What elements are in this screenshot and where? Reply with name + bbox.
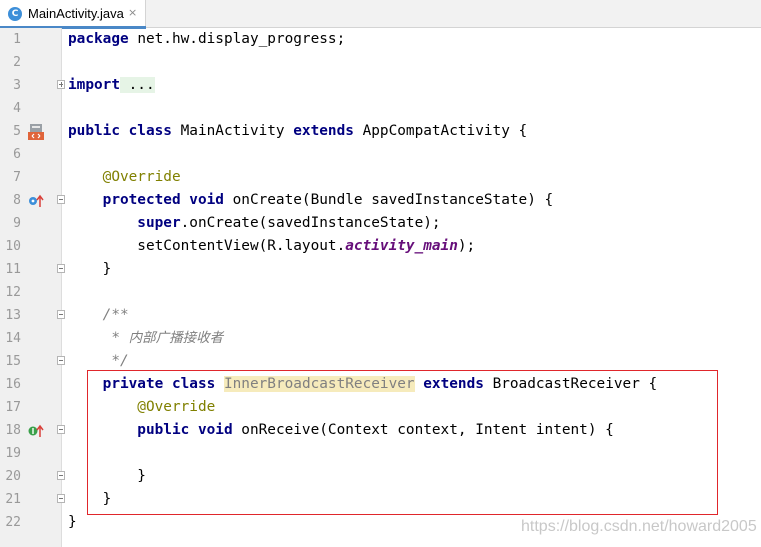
code-line: 2 [0,51,761,74]
code-text: } [68,258,112,281]
keyword: package [68,31,129,47]
code-line: 14 * 内部广播接收者 [0,327,761,350]
line-number: 2 [13,55,21,70]
line-number: 17 [5,400,21,415]
watermark: https://blog.csdn.net/howard2005 [521,518,757,535]
code-text: } [68,511,77,534]
line-number: 21 [5,492,21,507]
line-number: 8 [13,193,21,208]
code-text: import ... [68,74,155,97]
highlight-box [87,370,718,515]
code-line: 6 [0,143,761,166]
code-text: /** [68,304,129,327]
superclass: AppCompatActivity { [353,123,528,139]
code-text: setContentView(R.layout.activity_main); [68,235,475,258]
class-name: MainActivity [171,123,294,139]
keyword: protected void [68,192,224,208]
statement-end: ); [457,238,476,254]
fold-collapse-icon[interactable] [57,310,65,319]
keyword: import [68,77,120,93]
java-class-icon: C [8,7,22,21]
fold-collapse-icon[interactable] [57,425,65,434]
line-number: 3 [13,78,21,93]
line-number: 15 [5,354,21,369]
code-line: 12 [0,281,761,304]
comment-text: 内部广播接收者 [128,330,224,346]
close-icon[interactable]: × [128,6,137,19]
line-number: 7 [13,170,21,185]
line-number: 14 [5,331,21,346]
package-name: net.hw.display_progress; [128,31,346,47]
code-text: package net.hw.display_progress; [68,28,345,51]
line-number: 1 [13,32,21,47]
line-number: 11 [5,262,21,277]
line-number: 16 [5,377,21,392]
code-line: 13 /** [0,304,761,327]
line-number: 4 [13,101,21,116]
code-line: 10 setContentView(R.layout.activity_main… [0,235,761,258]
code-line: 4 [0,97,761,120]
code-line: 3 import ... [0,74,761,97]
fold-collapse-icon[interactable] [57,471,65,480]
code-text: super.onCreate(savedInstanceState); [68,212,441,235]
code-line: 1 package net.hw.display_progress; [0,28,761,51]
closing-brace: } [68,514,77,530]
code-line: 7 @Override [0,166,761,189]
keyword: super [68,215,181,231]
line-number: 22 [5,515,21,530]
annotation: @Override [68,169,181,185]
code-line: 8 protected void onCreate(Bundle savedIn… [0,189,761,212]
run-config-icon[interactable] [28,124,46,141]
override-up-icon[interactable] [28,193,44,209]
line-number: 9 [13,216,21,231]
tab-main-activity[interactable]: C MainActivity.java × [0,0,146,29]
comment: /** [68,307,129,323]
method-signature: onCreate(Bundle savedInstanceState) { [223,192,554,208]
implement-up-icon[interactable] [28,423,44,439]
statement: .onCreate(savedInstanceState); [180,215,441,231]
code-text: * 内部广播接收者 [68,327,223,350]
line-number: 19 [5,446,21,461]
tab-label: MainActivity.java [28,6,124,21]
line-number: 10 [5,239,21,254]
code-text: @Override [68,166,181,189]
code-line: 9 super.onCreate(savedInstanceState); [0,212,761,235]
folded-imports[interactable]: ... [119,77,155,93]
line-number: 6 [13,147,21,162]
code-text: protected void onCreate(Bundle savedInst… [68,189,554,212]
code-text: public class MainActivity extends AppCom… [68,120,527,143]
line-number: 5 [13,124,21,139]
fold-collapse-icon[interactable] [57,494,65,503]
keyword: extends [293,123,354,139]
fold-collapse-icon[interactable] [57,264,65,273]
closing-brace: } [68,261,112,277]
fold-collapse-icon[interactable] [57,356,65,365]
line-number: 20 [5,469,21,484]
comment: * [68,330,129,346]
comment: */ [68,353,129,369]
line-number: 12 [5,285,21,300]
line-number: 13 [5,308,21,323]
code-line: 5 public class MainActivity extends AppCo… [0,120,761,143]
resource-field: activity_main [345,238,458,254]
editor-tab-bar: C MainActivity.java × [0,0,761,29]
code-line: 11 } [0,258,761,281]
keyword: public class [68,123,172,139]
fold-expand-icon[interactable] [57,80,65,89]
statement: setContentView(R.layout. [68,238,346,254]
fold-collapse-icon[interactable] [57,195,65,204]
line-number: 18 [5,423,21,438]
